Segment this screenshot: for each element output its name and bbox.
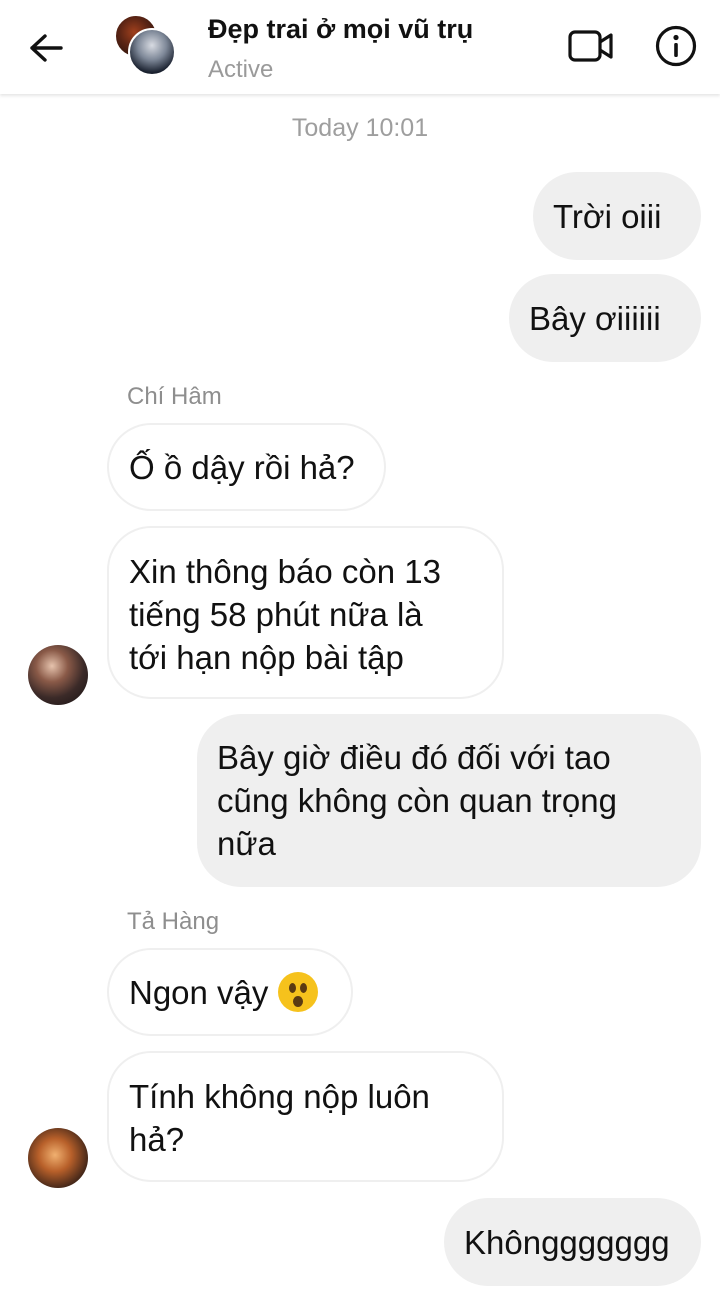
conversation-title[interactable]: Đẹp trai ở mọi vũ trụ	[208, 14, 473, 45]
incoming-message[interactable]: Xin thông báo còn 13 tiếng 58 phút nữa l…	[107, 526, 504, 699]
astonished-face-icon	[278, 972, 319, 1012]
back-button[interactable]	[22, 26, 70, 70]
outgoing-message[interactable]: Bây giờ điều đó đối với tao cũng không c…	[197, 714, 701, 887]
message-text: Bây ơiiiiii	[529, 299, 661, 337]
sender-avatar[interactable]	[28, 1128, 88, 1188]
video-camera-icon	[568, 30, 613, 62]
avatar	[128, 28, 176, 76]
outgoing-message[interactable]: Bây ơiiiiii	[509, 274, 701, 362]
info-button[interactable]	[652, 22, 700, 70]
message-text-line: tiếng 58 phút nữa là	[129, 596, 423, 633]
message-text-line: nữa	[217, 825, 276, 862]
message-text-line: Tính không nộp luôn	[129, 1078, 430, 1115]
message-timestamp: Today 10:01	[291, 114, 429, 142]
message-text-line: Xin thông báo còn 13	[129, 553, 441, 590]
sender-name: Chí Hâm	[127, 383, 222, 410]
message-text: Ố ồ dậy rồi hả?	[129, 448, 355, 486]
group-avatar[interactable]	[114, 14, 180, 76]
conversation-header: Đẹp trai ở mọi vũ trụ Active	[0, 0, 720, 94]
incoming-message[interactable]: Ngon vậy	[107, 948, 353, 1036]
message-text: Khônggggggg	[464, 1223, 670, 1261]
sender-name: Tả Hàng	[127, 908, 220, 935]
message-text: Trời oiii	[553, 197, 662, 235]
incoming-message[interactable]: Ố ồ dậy rồi hả?	[107, 423, 386, 511]
message-text-line: cũng không còn quan trọng	[217, 782, 617, 819]
incoming-message[interactable]: Tính không nộp luôn hả?	[107, 1051, 504, 1182]
message-text-line: Bây giờ điều đó đối với tao	[217, 739, 611, 776]
outgoing-message[interactable]: Trời oiii	[533, 172, 701, 260]
message-text: Ngon vậy	[129, 973, 269, 1011]
active-status: Active	[208, 56, 274, 83]
video-call-button[interactable]	[566, 24, 616, 68]
outgoing-message[interactable]: Khônggggggg	[444, 1198, 701, 1286]
message-text-line: hả?	[129, 1121, 185, 1158]
info-icon	[655, 25, 697, 67]
sender-avatar[interactable]	[28, 645, 88, 705]
back-arrow-icon	[30, 34, 63, 62]
message-text-line: tới hạn nộp bài tập	[129, 639, 404, 676]
